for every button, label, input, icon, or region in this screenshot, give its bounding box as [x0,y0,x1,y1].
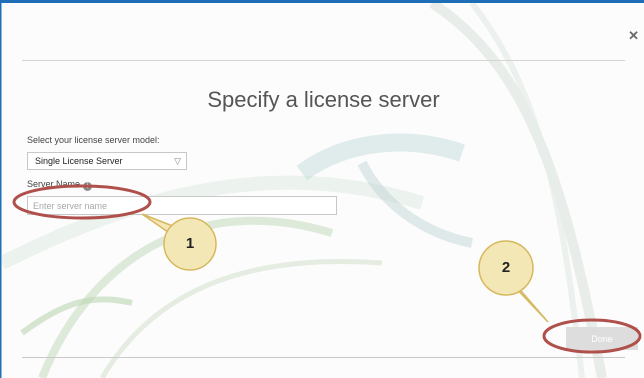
license-model-label: Select your license server model: [27,135,160,145]
dialog-title: Specify a license server [207,87,440,112]
close-icon[interactable]: ✕ [628,29,639,42]
header-divider [22,60,625,61]
done-button[interactable]: Done [566,327,638,350]
server-name-input[interactable] [27,196,337,215]
footer-divider [22,357,625,358]
chevron-down-icon: ▽ [174,156,181,166]
server-name-label: Server Name [27,179,81,189]
server-name-label-row: Server Name i [27,179,93,191]
license-server-dialog: ✕ Specify a license server Select your l… [1,3,644,378]
info-icon[interactable]: i [83,182,93,191]
license-model-select[interactable]: Single License Server ▽ [27,152,187,170]
license-model-selected-value: Single License Server [35,156,123,166]
